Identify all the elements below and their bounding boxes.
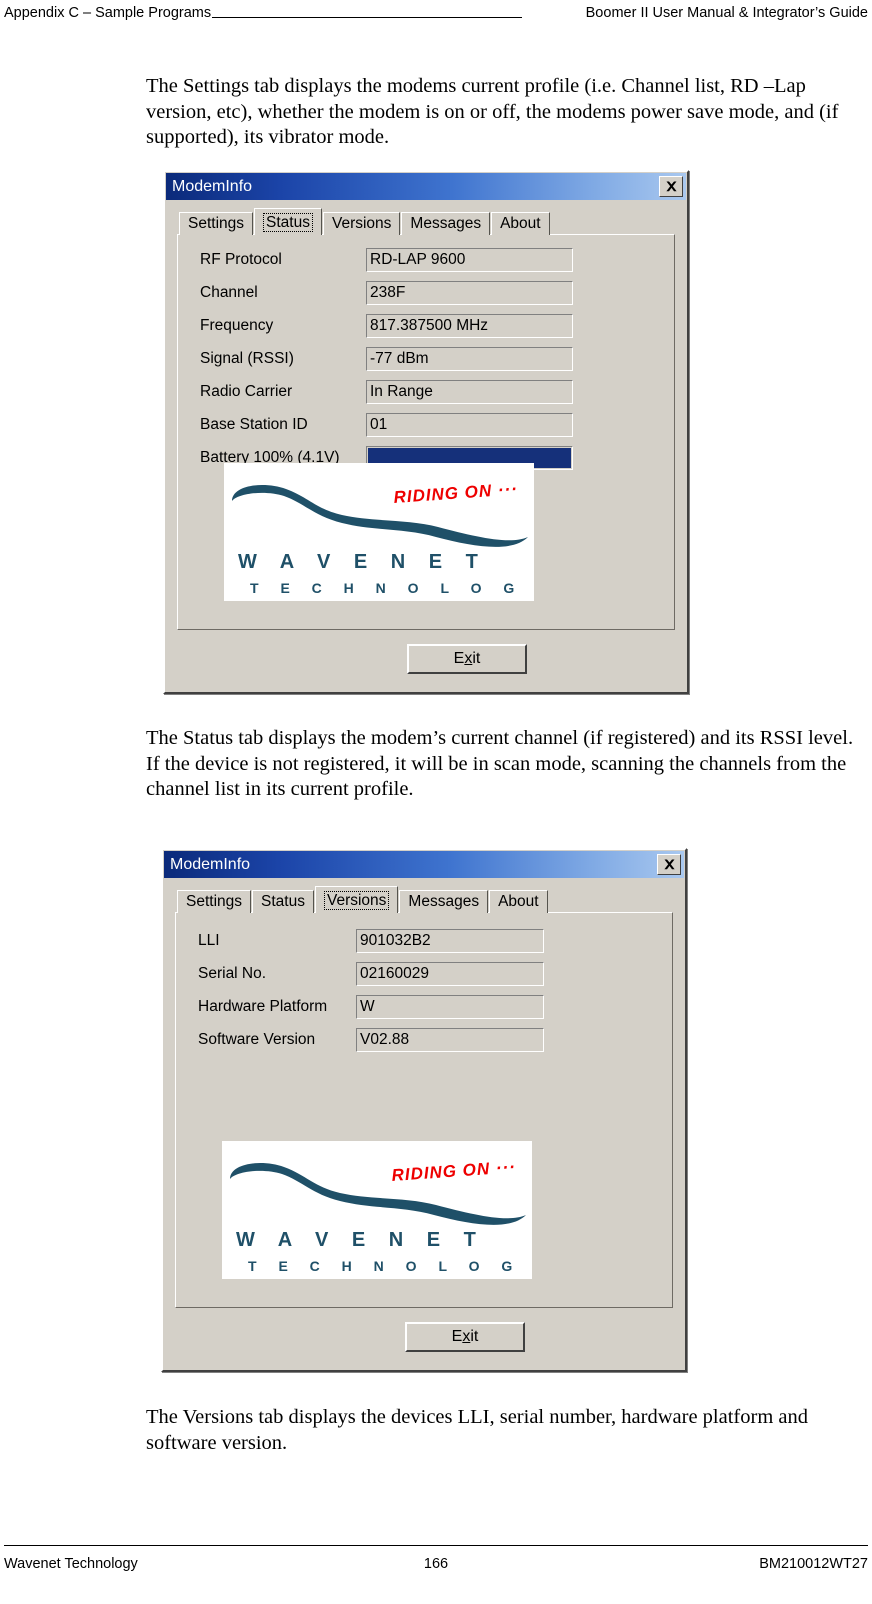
field-channel: Channel 238F [178, 281, 674, 305]
field-label: LLI [198, 932, 220, 949]
tab-label: Settings [188, 215, 245, 232]
field-value-hardware-platform[interactable]: W [356, 995, 544, 1019]
svg-text:T E C H N O L O G Y: T E C H N O L O G Y [250, 580, 534, 596]
field-radio-carrier: Radio Carrier In Range [178, 380, 674, 404]
tab-label: Status [261, 893, 305, 910]
field-label: Software Version [198, 1031, 316, 1048]
field-lli: LLI 901032B2 [176, 929, 672, 953]
field-value-frequency[interactable]: 817.387500 MHz [366, 314, 573, 338]
exit-button[interactable]: Exit [405, 1322, 525, 1352]
titlebar[interactable]: ModemInfo [164, 851, 684, 878]
page-running-header: Appendix C – Sample Programs ___________… [0, 0, 872, 26]
field-rf-protocol: RF Protocol RD-LAP 9600 [178, 248, 674, 272]
tabstrip: Settings Status Versions Messages About [177, 886, 685, 913]
tab-versions[interactable]: Versions [322, 212, 401, 235]
tabpage-status: RF Protocol RD-LAP 9600 Channel 238F Fre… [177, 234, 675, 630]
titlebar[interactable]: ModemInfo [166, 173, 686, 200]
window-title: ModemInfo [172, 177, 253, 195]
header-right-text: Boomer II User Manual & Integrator’s Gui… [585, 5, 868, 21]
field-value-lli[interactable]: 901032B2 [356, 929, 544, 953]
modeminfo-dialog-status: ModemInfo Settings Status Versions Messa… [163, 170, 689, 694]
tab-settings[interactable]: Settings [177, 890, 252, 913]
field-label: Channel [200, 284, 258, 301]
field-value-base-station-id[interactable]: 01 [366, 413, 573, 437]
field-value-serial-no[interactable]: 02160029 [356, 962, 544, 986]
tab-label: Messages [410, 215, 482, 232]
window-title: ModemInfo [170, 855, 251, 873]
field-signal-rssi: Signal (RSSI) -77 dBm [178, 347, 674, 371]
paragraph-versions-tab: The Versions tab displays the devices LL… [146, 1406, 808, 1454]
tab-label: Versions [323, 891, 390, 910]
tab-status[interactable]: Status [254, 208, 322, 235]
svg-text:W A V E N E T: W A V E N E T [238, 551, 487, 573]
tab-label: Versions [331, 215, 392, 232]
exit-button[interactable]: Exit [407, 644, 527, 674]
tab-label: About [500, 215, 541, 232]
field-value-rf-protocol[interactable]: RD-LAP 9600 [366, 248, 573, 272]
field-value-signal-rssi[interactable]: -77 dBm [366, 347, 573, 371]
modeminfo-dialog-versions: ModemInfo Settings Status Versions Messa… [161, 848, 687, 1372]
svg-text:T E C H N O L O G Y: T E C H N O L O G Y [248, 1258, 532, 1274]
tab-messages[interactable]: Messages [401, 212, 491, 235]
tab-label: Settings [186, 893, 243, 910]
field-label: Base Station ID [200, 416, 308, 433]
footer-page-number: 166 [423, 1556, 449, 1572]
tab-messages[interactable]: Messages [399, 890, 489, 913]
field-base-station-id: Base Station ID 01 [178, 413, 674, 437]
field-label: Hardware Platform [198, 998, 328, 1015]
svg-text:W A V E N E T: W A V E N E T [236, 1229, 485, 1251]
status-fields: RF Protocol RD-LAP 9600 Channel 238F Fre… [178, 235, 674, 470]
exit-button-label: Exit [453, 650, 481, 667]
close-icon[interactable] [659, 176, 683, 197]
header-left-text: Appendix C – Sample Programs [4, 5, 212, 21]
field-label: Radio Carrier [200, 383, 293, 400]
tab-settings[interactable]: Settings [179, 212, 254, 235]
field-serial-no: Serial No. 02160029 [176, 962, 672, 986]
svg-text:RIDING ON ···: RIDING ON ··· [393, 479, 518, 507]
field-value-software-version[interactable]: V02.88 [356, 1028, 544, 1052]
tab-about[interactable]: About [489, 890, 548, 913]
tab-versions[interactable]: Versions [314, 886, 399, 913]
tab-label: Messages [408, 893, 480, 910]
field-value-channel[interactable]: 238F [366, 281, 573, 305]
field-value-radio-carrier[interactable]: In Range [366, 380, 573, 404]
field-label: Signal (RSSI) [200, 350, 294, 367]
page-running-footer: Wavenet Technology 166 BM210012WT27 [4, 1556, 868, 1572]
paragraph-settings-tab: The Settings tab displays the modems cur… [146, 75, 839, 148]
field-frequency: Frequency 817.387500 MHz [178, 314, 674, 338]
header-rule: _______________________________ [212, 10, 523, 18]
field-software-version: Software Version V02.88 [176, 1028, 672, 1052]
tab-status[interactable]: Status [252, 890, 314, 913]
tabpage-versions: LLI 901032B2 Serial No. 02160029 Hardwar… [175, 912, 673, 1308]
wavenet-logo: RIDING ON ··· W A V E N E T T E C H N O … [224, 463, 534, 601]
svg-text:RIDING ON ···: RIDING ON ··· [391, 1157, 516, 1185]
close-icon[interactable] [657, 854, 681, 875]
tab-label: About [498, 893, 539, 910]
paragraph-status-tab: The Status tab displays the modem’s curr… [146, 727, 854, 800]
field-label: Frequency [200, 317, 274, 334]
wavenet-logo: RIDING ON ··· W A V E N E T T E C H N O … [222, 1141, 532, 1279]
field-label: RF Protocol [200, 251, 282, 268]
tab-label: Status [263, 213, 313, 232]
field-label: Serial No. [198, 965, 267, 982]
tab-about[interactable]: About [491, 212, 550, 235]
tabstrip: Settings Status Versions Messages About [179, 208, 687, 235]
versions-fields: LLI 901032B2 Serial No. 02160029 Hardwar… [176, 913, 672, 1052]
exit-button-label: Exit [451, 1328, 479, 1345]
field-hardware-platform: Hardware Platform W [176, 995, 672, 1019]
footer-divider [4, 1545, 868, 1546]
